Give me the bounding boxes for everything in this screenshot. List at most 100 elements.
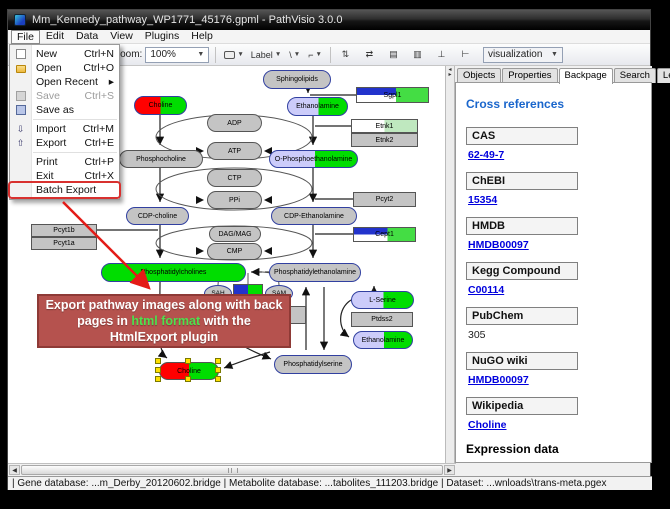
menu-item-exit[interactable]: ExitCtrl+X [10,169,119,183]
reference-id-link[interactable]: Choline [468,419,651,431]
gene-node-pcyt1b[interactable]: Pcyt1b [31,224,97,237]
menu-item-open-recent[interactable]: Open Recent▸ [10,75,119,89]
menu-item-save-as[interactable]: Save as [10,103,119,117]
selection-handle[interactable] [215,358,221,364]
menu-data[interactable]: Data [70,30,104,44]
tab-objects[interactable]: Objects [457,68,501,83]
callout-highlight: html format [131,314,200,328]
line-tool-button[interactable]: \▼ [286,47,303,63]
selection-handle[interactable] [215,376,221,382]
menu-file[interactable]: File [11,30,40,44]
reference-id-link[interactable]: HMDB00097 [468,374,651,386]
backpage-panel: Cross references CAS62-49-7 ChEBI 15354 HMD… [455,82,652,463]
titlebar[interactable]: Mm_Kennedy_pathway_WP1771_45176.gpml - P… [8,10,650,30]
panel-splitter[interactable]: ◂▸ [445,66,455,463]
gene-node-sgpl1[interactable]: Sgpl1 [356,87,429,103]
gene-node-etnk2[interactable]: Etnk2 [351,133,418,147]
metabolite-node-ethanolamine[interactable]: Ethanolamine [287,97,348,116]
menu-item-export[interactable]: ⇧ExportCtrl+E [10,136,119,150]
reference-id-link[interactable]: 62-49-7 [468,149,651,161]
reference-id-link[interactable]: 15354 [468,194,651,206]
reference-group-cas: CAS62-49-7 [466,127,651,161]
align-center-horizontal-icon[interactable]: ⇄ [361,47,378,63]
node-label: Choline [149,102,173,109]
scroll-right-icon[interactable]: ▶ [444,465,455,475]
menu-item-batch-export[interactable]: Batch Export [10,183,119,197]
menu-item-label: Batch Export [36,184,96,196]
gene-node-pcyt1a[interactable]: Pcyt1a [31,237,97,250]
chevron-down-icon: ▼ [545,51,558,58]
file-menu: NewCtrl+NOpenCtrl+OOpen Recent▸SaveCtrl+… [9,44,120,200]
open-folder-icon [10,63,31,73]
align-center-vertical-icon[interactable]: ⇅ [337,47,354,63]
metabolite-node-adp[interactable]: ADP [207,114,262,132]
metabolite-node-dag-mag[interactable]: DAG/MAG [209,226,261,242]
zoom-combobox[interactable]: 100% ▼ [145,47,209,63]
metabolite-node-phosphocholine[interactable]: Phosphocholine [119,150,203,168]
menu-view[interactable]: View [104,30,139,44]
metabolite-node-atp[interactable]: ATP [207,142,262,160]
node-label: Phosphatidylethanolamine [274,269,356,276]
metabolite-node-cdp-choline[interactable]: CDP-choline [126,207,189,225]
metabolite-node-phosphatidylcholines[interactable]: Phosphatidylcholines [101,263,246,282]
reference-database-header: HMDB [466,217,578,235]
tab-search[interactable]: Search [614,68,656,83]
zoom-value: 100% [150,49,176,60]
metabolite-node-ctp[interactable]: CTP [207,169,262,187]
gene-node-etnk1[interactable]: Etnk1 [351,119,418,133]
tab-legend[interactable]: Legend [657,68,670,83]
stack-horizontal-icon[interactable]: ▥ [409,47,426,63]
selection-handle[interactable] [185,376,191,382]
menu-item-import[interactable]: ⇩ImportCtrl+M [10,122,119,136]
visualization-combobox[interactable]: visualization ▼ [483,47,563,63]
metabolite-node-ppi[interactable]: PPi [207,191,262,209]
tab-properties[interactable]: Properties [502,68,557,83]
datanode-tool-button[interactable]: ▼ [222,47,245,63]
metabolite-node-cdp-ethanolamine[interactable]: CDP-Ethanolamine [271,207,357,225]
gene-node-cept1[interactable]: Cept1 [353,227,416,242]
selection-handle[interactable] [155,367,161,373]
scroll-left-icon[interactable]: ◀ [9,465,20,475]
reference-database-header: ChEBI [466,172,578,190]
metabolite-node-o-phosphoethanolamine[interactable]: O-Phosphoethanolamine [269,150,358,168]
menu-item-new[interactable]: NewCtrl+N [10,47,119,61]
menu-edit[interactable]: Edit [40,30,70,44]
menu-item-open[interactable]: OpenCtrl+O [10,61,119,75]
horizontal-scrollbar[interactable]: ◀ ▶ [8,463,456,476]
node-label: Ethanolamine [296,103,339,110]
tab-backpage[interactable]: Backpage [559,68,613,84]
reference-group-hmdb: HMDB HMDB00097 [466,217,651,251]
menu-item-print[interactable]: PrintCtrl+P [10,155,119,169]
metabolite-node-ethanolamine[interactable]: Ethanolamine [353,331,413,349]
save-icon [10,91,31,101]
gene-node-pcyt2[interactable]: Pcyt2 [353,192,416,207]
selection-handle[interactable] [215,367,221,373]
selection-handle[interactable] [185,358,191,364]
menu-help[interactable]: Help [185,30,219,44]
menu-item-label: Open Recent [36,76,98,88]
export-icon: ⇧ [10,138,31,148]
selection-handle[interactable] [155,376,161,382]
metabolite-node-phosphatidylserine[interactable]: Phosphatidylserine [274,355,352,374]
reference-id-link[interactable]: C00114 [468,284,651,296]
metabolite-node-choline[interactable]: Choline [134,96,187,115]
menu-plugins[interactable]: Plugins [139,30,185,44]
gene-node-ptdss2[interactable]: Ptdss2 [351,312,413,327]
connector-tool-button[interactable]: ⌐▼ [306,47,324,63]
stack-vertical-icon[interactable]: ▤ [385,47,402,63]
node-label: Cept1 [375,231,394,238]
label-tool-button[interactable]: Label▼ [249,47,283,63]
reference-database-header: NuGO wiki [466,352,578,370]
metabolite-node-sphingolipids[interactable]: Sphingolipids [263,70,331,89]
align-bottom-icon[interactable]: ⊥ [433,47,450,63]
selection-handle[interactable] [155,358,161,364]
reference-id-link[interactable]: HMDB00097 [468,239,651,251]
align-left-icon[interactable]: ⊢ [457,47,474,63]
cross-references-heading: Cross references [466,97,651,111]
menu-item-save[interactable]: SaveCtrl+S [10,89,119,103]
scrollbar-thumb[interactable] [21,465,443,475]
metabolite-node-phosphatidylethanolamine[interactable]: Phosphatidylethanolamine [269,263,361,282]
metabolite-node-cmp[interactable]: CMP [207,243,262,260]
metabolite-node-l-serine[interactable]: L-Serine [351,291,414,309]
menubar: FileEditDataViewPluginsHelp [8,30,650,44]
